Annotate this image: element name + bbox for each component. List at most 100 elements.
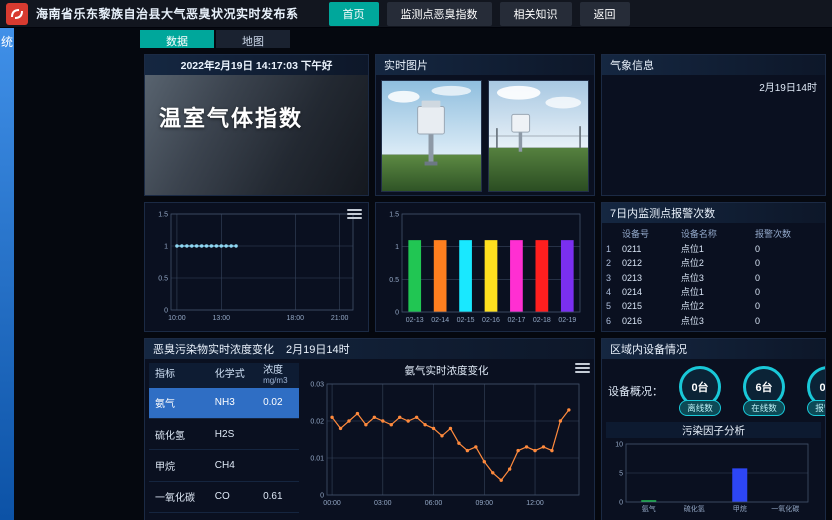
weather-date: 2月19日14时	[759, 83, 817, 94]
device-stats: 0台离线数6台在线数0台报警数	[671, 366, 826, 416]
panel-photos: 实时图片	[375, 54, 595, 196]
panel-greeting: 2022年2月19日 14:17:03 下午好 温室气体指数	[144, 54, 369, 196]
alarm-row: 50215点位20	[602, 299, 825, 313]
alarm-row: 10211点位10	[602, 242, 825, 256]
pollutant-row[interactable]: 一氧化碳CO0.61	[149, 481, 299, 512]
index-trend-wrap: 00.511.510:0013:0018:0021:00	[145, 203, 368, 332]
daily-index-chart: 00.511.502-1302-1402-1502-1602-1702-1802…	[378, 207, 588, 325]
chart-menu-icon[interactable]	[575, 361, 590, 375]
device-stat: 0台报警数	[799, 366, 826, 416]
main-area: 数据地图 2022年2月19日 14:17:03 下午好 温室气体指数 实时图片	[138, 28, 832, 520]
col-concentration: 浓度	[263, 365, 283, 376]
col-device-name: 设备名称	[677, 225, 751, 242]
pollutant-table-header: 指标 化学式 浓度mg/m3	[149, 363, 299, 388]
svg-text:10:00: 10:00	[168, 315, 186, 322]
svg-text:03:00: 03:00	[374, 500, 392, 507]
nav-item-3[interactable]: 返回	[580, 2, 630, 26]
device-overview: 设备概况： 0台离线数6台在线数0台报警数	[602, 359, 825, 419]
svg-text:0.5: 0.5	[158, 276, 168, 283]
stat-label: 离线数	[679, 400, 721, 416]
alarm-table-header: 设备号 设备名称 报警次数	[602, 225, 825, 242]
main-nav: 首页监测点恶臭指数相关知识返回	[329, 2, 630, 26]
svg-text:0.01: 0.01	[310, 456, 324, 463]
pollutant-row[interactable]: 硫化氢H2S	[149, 419, 299, 450]
svg-text:02-15: 02-15	[457, 317, 475, 324]
pollutants-header: 恶臭污染物实时浓度变化 2月19日14时	[145, 339, 594, 359]
weather-title: 气象信息	[610, 57, 654, 73]
svg-text:0.03: 0.03	[310, 382, 324, 389]
site-photo-1[interactable]	[381, 80, 482, 192]
pollutant-row[interactable]: 甲烷CH4	[149, 450, 299, 481]
svg-text:09:00: 09:00	[476, 500, 494, 507]
site-photo-2[interactable]	[488, 80, 589, 192]
weather-body: 2月19日14时	[602, 75, 825, 98]
svg-text:1: 1	[395, 244, 399, 251]
overview-label: 设备概况：	[608, 383, 663, 399]
stat-label: 在线数	[743, 400, 785, 416]
panel-index-trend: 00.511.510:0013:0018:0021:00	[144, 202, 369, 332]
daily-index-wrap: 00.511.502-1302-1402-1502-1602-1702-1802…	[376, 203, 594, 332]
svg-text:0: 0	[320, 493, 324, 500]
svg-text:1.5: 1.5	[389, 212, 399, 219]
main-frame: 统 数据地图 2022年2月19日 14:17:03 下午好 温室气体指数 实时…	[0, 28, 832, 520]
title-overflow: 统	[1, 35, 13, 49]
alarm-row: 60216点位30	[602, 314, 825, 328]
alarm-row: 20212点位20	[602, 256, 825, 270]
factor-analysis-wrap: 0510氨气硫化氢甲烷一氧化碳	[602, 438, 825, 520]
panel-daily-index: 00.511.502-1302-1402-1502-1602-1702-1802…	[375, 202, 595, 332]
analysis-title: 污染因子分析	[606, 422, 821, 438]
index-trend-chart: 00.511.510:0013:0018:0021:00	[147, 207, 361, 323]
col-indicator: 指标	[149, 363, 209, 388]
alarms-title: 7日内监测点报警次数	[610, 205, 715, 221]
pollutants-body: 指标 化学式 浓度mg/m3 氨气NH30.02硫化氢H2S甲烷CH4一氧化碳C…	[145, 359, 594, 513]
svg-text:02-16: 02-16	[482, 317, 500, 324]
col-unit: mg/m3	[263, 377, 293, 385]
svg-text:02-14: 02-14	[431, 317, 449, 324]
nav-item-0[interactable]: 首页	[329, 2, 379, 26]
col-alarm-count: 报警次数	[751, 225, 825, 242]
svg-text:02-17: 02-17	[507, 317, 525, 324]
pollutant-table-body: 氨气NH30.02硫化氢H2S甲烷CH4一氧化碳CO0.61	[149, 388, 299, 513]
top-bar: 海南省乐东黎族自治县大气恶臭状况实时发布系 首页监测点恶臭指数相关知识返回	[0, 0, 832, 28]
alarm-table-body: 10211点位1020212点位2030213点位3040214点位105021…	[602, 242, 825, 328]
panel-alarms: 7日内监测点报警次数 设备号 设备名称 报警次数 10211点位1020212点…	[601, 202, 826, 332]
chart-menu-icon[interactable]	[347, 207, 362, 221]
svg-text:18:00: 18:00	[287, 315, 305, 322]
photo-strip	[376, 75, 594, 196]
svg-text:甲烷: 甲烷	[733, 504, 747, 513]
nh3-trend-chart: 00.010.020.0300:0003:0006:0009:0012:00	[299, 378, 589, 508]
svg-text:12:00: 12:00	[526, 500, 544, 507]
panel-weather: 气象信息 2月19日14时	[601, 54, 826, 196]
svg-text:02-19: 02-19	[558, 317, 576, 324]
col-device-id: 设备号	[618, 225, 677, 242]
photos-header: 实时图片	[376, 55, 594, 75]
svg-text:5: 5	[619, 471, 623, 478]
devices-title: 区域内设备情况	[610, 341, 687, 357]
alarm-row: 40214点位10	[602, 285, 825, 299]
pollutant-row[interactable]: 氨气NH30.02	[149, 388, 299, 419]
svg-text:0: 0	[619, 500, 623, 507]
factor-analysis-chart: 0510氨气硫化氢甲烷一氧化碳	[606, 440, 816, 514]
alarm-row: 30213点位30	[602, 271, 825, 285]
svg-text:21:00: 21:00	[331, 315, 349, 322]
pollutant-table: 指标 化学式 浓度mg/m3 氨气NH30.02硫化氢H2S甲烷CH4一氧化碳C…	[149, 363, 299, 513]
col-formula: 化学式	[209, 363, 257, 388]
svg-text:10: 10	[615, 442, 623, 449]
nav-item-1[interactable]: 监测点恶臭指数	[387, 2, 492, 26]
photos-title: 实时图片	[384, 57, 428, 73]
svg-text:02-18: 02-18	[533, 317, 551, 324]
tab-0[interactable]: 数据	[140, 30, 214, 48]
nav-item-2[interactable]: 相关知识	[500, 2, 572, 26]
svg-text:硫化氢: 硫化氢	[684, 504, 705, 513]
left-accent-strip: 统	[0, 28, 14, 520]
svg-text:00:00: 00:00	[323, 500, 341, 507]
devices-header: 区域内设备情况	[602, 339, 825, 359]
panel-pollutants: 恶臭污染物实时浓度变化 2月19日14时 指标 化学式 浓度mg/m3 氨气NH…	[144, 338, 595, 520]
svg-text:0.02: 0.02	[310, 419, 324, 426]
svg-text:0: 0	[164, 308, 168, 315]
tab-1[interactable]: 地图	[216, 30, 290, 48]
app-logo-icon	[6, 3, 28, 25]
stat-label: 报警数	[807, 400, 826, 416]
dashboard-content: 2022年2月19日 14:17:03 下午好 温室气体指数 实时图片	[138, 48, 832, 520]
pollutants-title: 恶臭污染物实时浓度变化	[153, 341, 274, 357]
